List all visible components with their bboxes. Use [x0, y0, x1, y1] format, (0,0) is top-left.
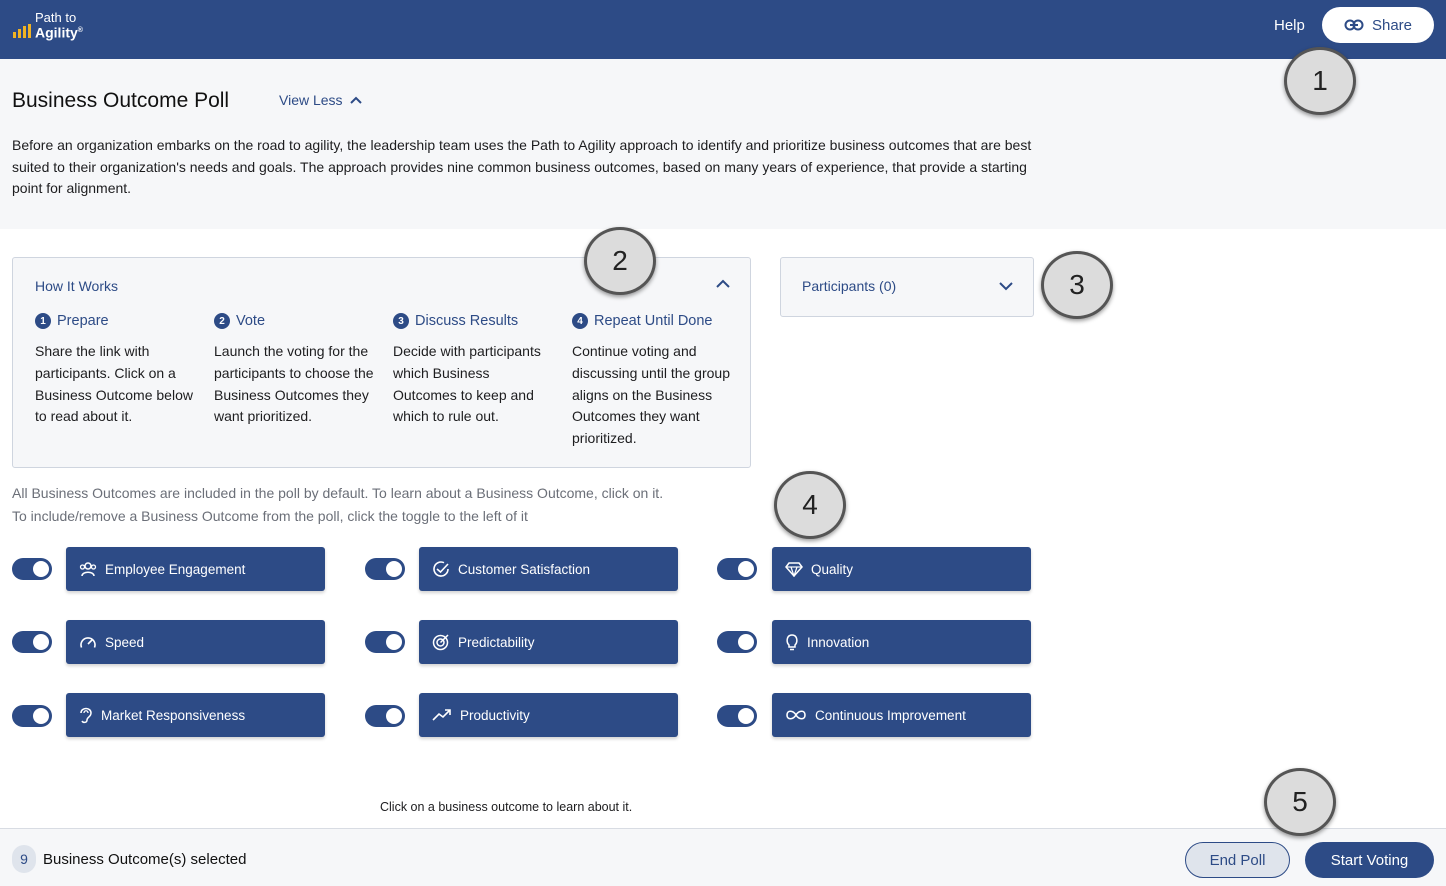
- outcome-label: Quality: [811, 561, 854, 577]
- callout-5: 5: [1264, 768, 1336, 836]
- callout-2: 2: [584, 227, 656, 295]
- toggle-innovation[interactable]: [717, 631, 757, 653]
- outcome-label: Productivity: [460, 707, 530, 723]
- how-it-works-title: How It Works: [35, 278, 118, 294]
- step-title: Discuss Results: [415, 313, 519, 329]
- step-prepare: 1 Prepare Share the link with participant…: [35, 313, 195, 428]
- logo-registered-mark: ®: [77, 27, 83, 34]
- instructions-line-1: All Business Outcomes are included in th…: [12, 485, 664, 501]
- toggle-speed[interactable]: [12, 631, 52, 653]
- outcome-market-responsiveness[interactable]: Market Responsiveness: [66, 693, 325, 737]
- logo-bars-icon: [13, 23, 31, 38]
- click-hint-text: Click on a business outcome to learn abo…: [380, 800, 633, 814]
- trending-up-icon: [432, 709, 451, 721]
- footer-bar: 9 Business Outcome(s) selected End Poll …: [0, 828, 1446, 886]
- chevron-down-icon: [999, 282, 1013, 291]
- toggle-employee-engagement[interactable]: [12, 558, 52, 580]
- step-description: Decide with participants which Business …: [393, 343, 541, 425]
- outcome-quality[interactable]: Quality: [772, 547, 1031, 591]
- step-number-badge: 3: [393, 313, 409, 329]
- toggle-predictability[interactable]: [365, 631, 405, 653]
- view-less-toggle[interactable]: View Less: [279, 92, 363, 108]
- instructions-line-2: To include/remove a Business Outcome fro…: [12, 508, 528, 524]
- step-title: Vote: [236, 313, 266, 329]
- outcome-speed[interactable]: Speed: [66, 620, 325, 664]
- callout-3: 3: [1041, 251, 1113, 319]
- outcome-label: Innovation: [807, 634, 870, 650]
- path-to-agility-logo[interactable]: Path to Agility®: [13, 11, 83, 40]
- step-number-badge: 4: [572, 313, 588, 329]
- callout-4: 4: [774, 471, 846, 539]
- page-title: Business Outcome Poll: [12, 89, 230, 112]
- step-vote: 2 Vote Launch the voting for the particip…: [214, 313, 374, 428]
- step-title: Prepare: [57, 313, 109, 329]
- intro-description: Before an organization embarks on the ro…: [12, 137, 1032, 196]
- check-circle-icon: [433, 561, 449, 577]
- step-discuss-results: 3 Discuss Results Decide with participant…: [393, 313, 553, 428]
- share-button[interactable]: Share: [1322, 7, 1434, 43]
- end-poll-button[interactable]: End Poll: [1185, 842, 1290, 878]
- outcome-label: Predictability: [458, 634, 535, 650]
- toggle-customer-satisfaction[interactable]: [365, 558, 405, 580]
- outcome-label: Speed: [105, 634, 145, 650]
- selected-count-label: Business Outcome(s) selected: [43, 851, 247, 868]
- speedometer-icon: [80, 637, 96, 648]
- top-navigation-bar: Path to Agility® Help Share: [0, 0, 1446, 59]
- callout-1: 1: [1284, 47, 1356, 115]
- step-description: Share the link with participants. Click …: [35, 343, 193, 425]
- outcome-customer-satisfaction[interactable]: Customer Satisfaction: [419, 547, 678, 591]
- outcome-employee-engagement[interactable]: Employee Engagement: [66, 547, 325, 591]
- outcome-instructions: All Business Outcomes are included in th…: [12, 482, 663, 528]
- outcome-innovation[interactable]: Innovation: [772, 620, 1031, 664]
- selected-count-badge: 9: [12, 845, 36, 873]
- toggle-productivity[interactable]: [365, 705, 405, 727]
- outcome-label: Employee Engagement: [105, 561, 246, 577]
- toggle-quality[interactable]: [717, 558, 757, 580]
- outcome-productivity[interactable]: Productivity: [419, 693, 678, 737]
- link-icon: [1344, 19, 1364, 31]
- step-title: Repeat Until Done: [594, 313, 713, 329]
- logo-line-1: Path to: [35, 10, 77, 25]
- chevron-up-icon[interactable]: [715, 278, 731, 290]
- outcome-continuous-improvement[interactable]: Continuous Improvement: [772, 693, 1031, 737]
- intro-section: Business Outcome Poll View Less Before a…: [0, 59, 1446, 229]
- outcome-label: Customer Satisfaction: [458, 561, 591, 577]
- step-description: Launch the voting for the participants t…: [214, 343, 374, 425]
- target-icon: [432, 634, 449, 651]
- toggle-market-responsiveness[interactable]: [12, 705, 52, 727]
- toggle-continuous-improvement[interactable]: [717, 705, 757, 727]
- share-button-label: Share: [1371, 16, 1413, 34]
- step-repeat-until-done: 4 Repeat Until Done Continue voting and d…: [572, 313, 732, 450]
- step-number-badge: 2: [214, 313, 230, 329]
- chevron-up-icon: [349, 96, 362, 104]
- outcome-label: Market Responsiveness: [101, 707, 246, 723]
- people-icon: [79, 562, 97, 577]
- participants-label: Participants (0): [802, 278, 897, 294]
- outcome-predictability[interactable]: Predictability: [419, 620, 678, 664]
- step-number-badge: 1: [35, 313, 51, 329]
- infinity-icon: [786, 710, 806, 720]
- help-link[interactable]: Help: [1274, 17, 1305, 34]
- step-description: Continue voting and discussing until the…: [572, 343, 730, 447]
- view-less-label: View Less: [279, 92, 343, 108]
- outcome-label: Continuous Improvement: [815, 707, 966, 723]
- lightbulb-icon: [786, 634, 798, 651]
- participants-dropdown[interactable]: Participants (0): [780, 257, 1034, 317]
- start-voting-button[interactable]: Start Voting: [1305, 842, 1434, 878]
- logo-line-2: Agility: [35, 24, 78, 41]
- diamond-icon: [785, 562, 803, 577]
- ear-icon: [80, 707, 92, 724]
